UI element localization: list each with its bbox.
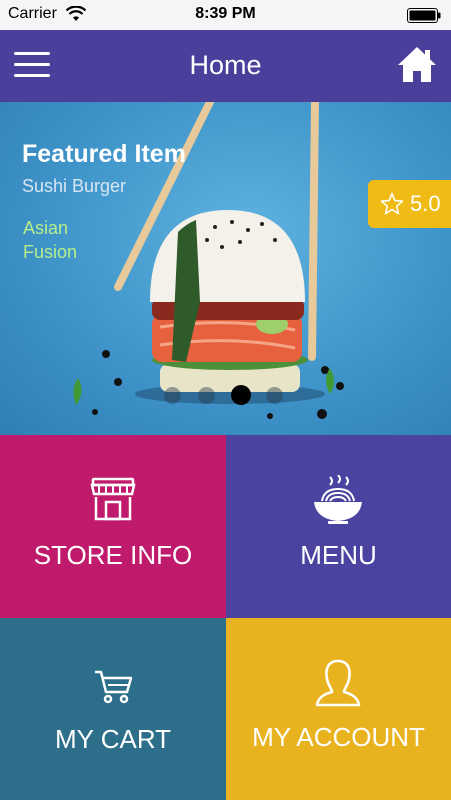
rating-value: 5.0 [410,191,441,216]
featured-heading: Featured Item [22,140,186,168]
carousel-dot[interactable] [198,387,215,404]
store-info-label: STORE INFO [33,540,193,570]
user-icon [315,659,361,707]
store-icon [90,477,136,521]
my-cart-label: MY CART [54,724,172,754]
carousel-dot[interactable] [266,387,283,404]
featured-category: Asian [23,218,69,238]
carousel-pagination[interactable] [164,384,288,406]
noodle-bowl-icon [314,475,362,524]
carousel-dot[interactable] [231,385,251,405]
home-icon[interactable] [397,44,437,84]
menu-button[interactable]: MENU [226,435,451,618]
featured-category: Fusion [23,242,78,262]
my-account-label: MY ACCOUNT [252,722,425,752]
featured-carousel[interactable]: Featured Item Sushi Burger Asian Fusion … [0,102,451,435]
my-cart-button[interactable]: MY CART [0,618,226,800]
status-bar: Carrier 8:39 PM [0,0,451,30]
my-account-button[interactable]: MY ACCOUNT [226,618,451,800]
carousel-dot[interactable] [164,387,181,404]
hamburger-menu-icon[interactable] [14,52,50,80]
rating-badge: 5.0 [368,180,451,228]
nav-bar: Home [0,30,451,102]
cart-icon [95,670,133,704]
status-time: 8:39 PM [195,5,256,22]
store-info-button[interactable]: STORE INFO [0,435,226,618]
featured-item-name: Sushi Burger [22,176,127,196]
battery-icon [407,8,441,23]
star-icon [380,192,404,215]
page-title: Home [189,50,262,80]
menu-label: MENU [300,540,377,570]
